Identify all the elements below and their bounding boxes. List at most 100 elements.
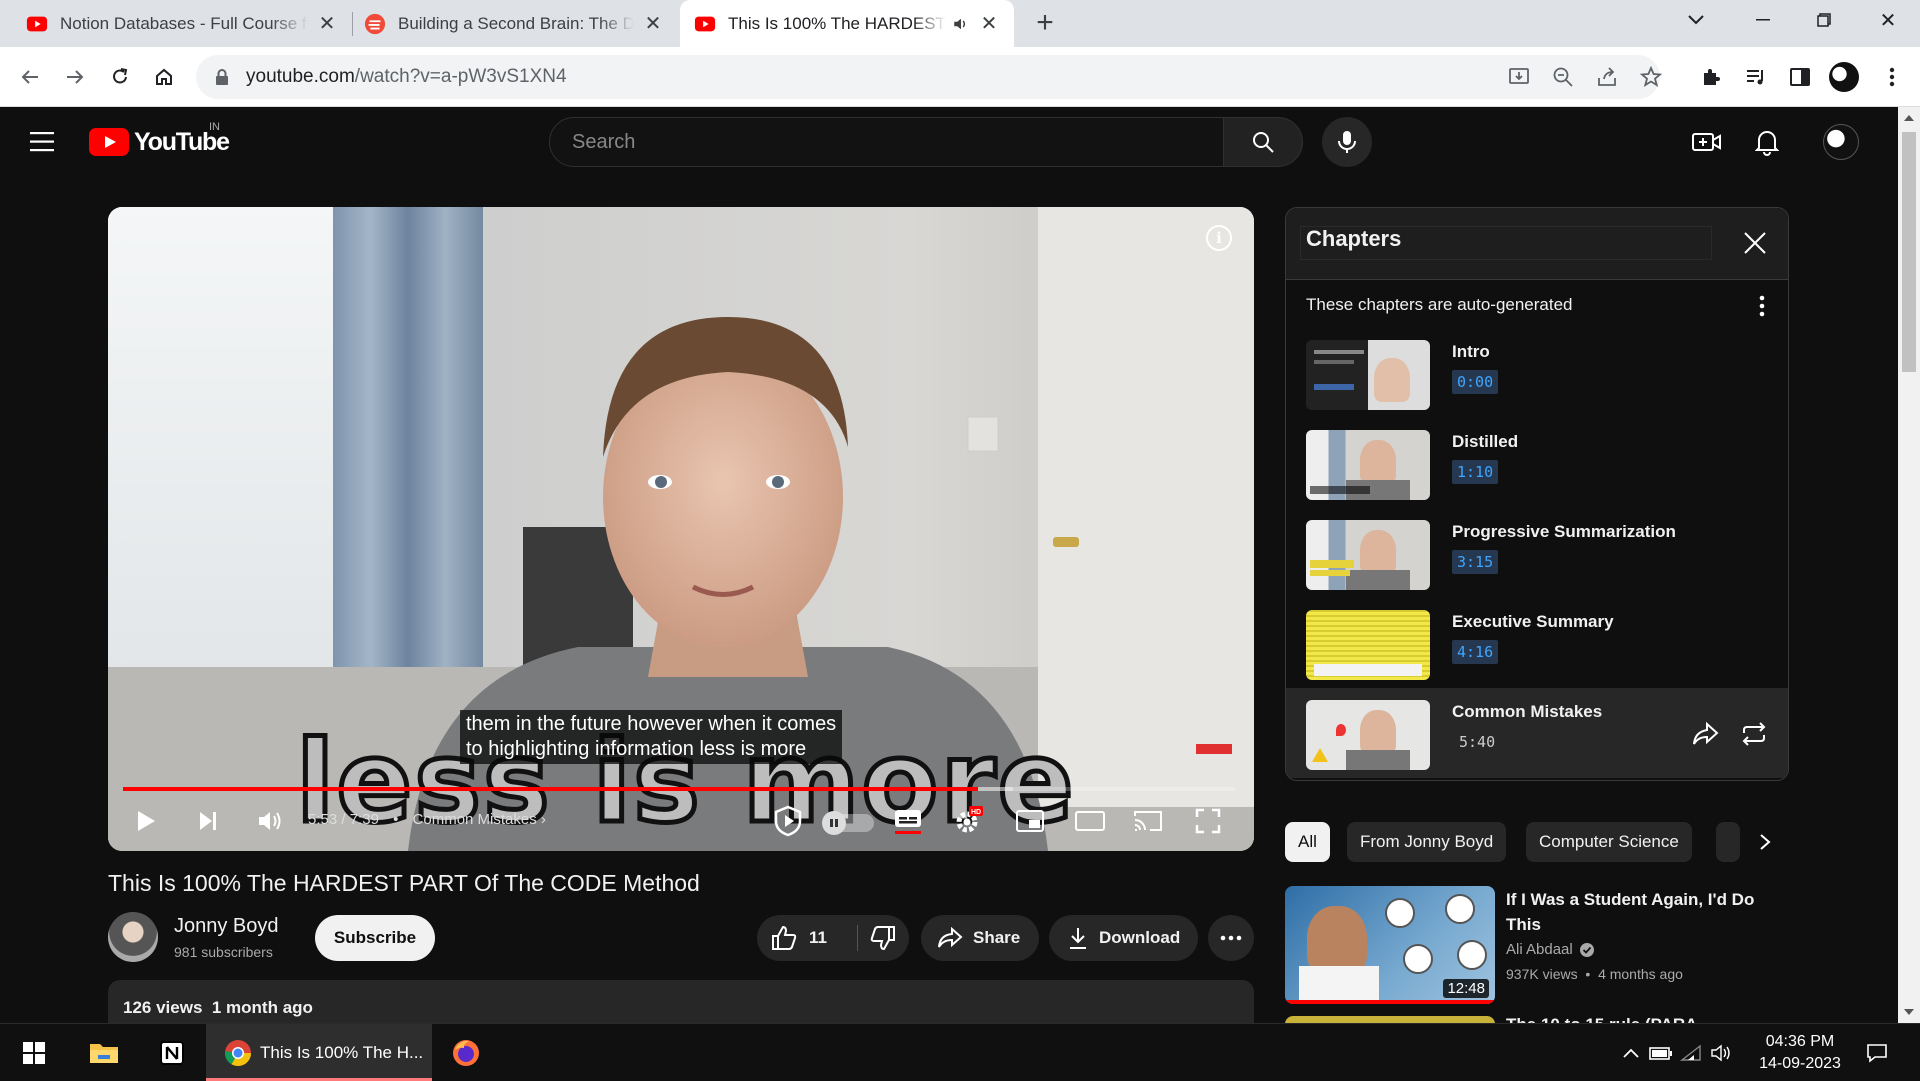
- share-button[interactable]: Share: [921, 915, 1039, 961]
- chapter-timestamp[interactable]: 0:00: [1452, 370, 1499, 394]
- suggested-video-channel[interactable]: Ali Abdaal: [1506, 941, 1595, 958]
- autoplay-toggle[interactable]: [822, 811, 874, 835]
- suggested-video-title[interactable]: If I Was a Student Again, I'd Do This: [1506, 887, 1766, 937]
- notification-center-button[interactable]: [1862, 1024, 1892, 1081]
- scrollbar-thumb[interactable]: [1902, 132, 1916, 372]
- close-tab-icon[interactable]: ✕: [978, 13, 1000, 35]
- start-button[interactable]: [14, 1024, 54, 1081]
- search-input[interactable]: Search: [549, 117, 1224, 167]
- account-avatar[interactable]: [1823, 124, 1859, 160]
- next-button[interactable]: [190, 803, 226, 839]
- chapter-timestamp[interactable]: 5:40: [1452, 730, 1500, 754]
- browser-tab-3-active[interactable]: This Is 100% The HARDEST PART Of The COD…: [680, 0, 1014, 47]
- side-panel-icon[interactable]: [1784, 61, 1816, 93]
- microphone-icon: [1338, 131, 1356, 153]
- channel-avatar[interactable]: [108, 912, 158, 962]
- channel-name[interactable]: Jonny Boyd: [174, 915, 279, 938]
- hamburger-menu-icon[interactable]: [30, 131, 58, 153]
- chapter-item-active[interactable]: Common Mistakes 5:40: [1286, 688, 1788, 778]
- chapters-more-icon[interactable]: [1752, 294, 1772, 318]
- chevron-right-icon: [1760, 834, 1771, 850]
- download-button[interactable]: Download: [1049, 915, 1198, 961]
- scroll-up-arrow-icon[interactable]: [1898, 111, 1920, 125]
- mute-button[interactable]: [252, 803, 288, 839]
- miniplayer-shield-button[interactable]: [768, 803, 808, 839]
- fullscreen-button[interactable]: [1190, 803, 1226, 839]
- browser-tab-1[interactable]: Notion Databases - Full Course for Begin…: [0, 0, 352, 47]
- install-app-icon[interactable]: [1508, 66, 1530, 88]
- progress-bar[interactable]: [123, 787, 1235, 791]
- miniplayer-button[interactable]: [1012, 803, 1048, 839]
- share-arrow-icon[interactable]: [1691, 721, 1719, 747]
- notion-icon: [160, 1040, 184, 1065]
- minimize-window-icon[interactable]: [1735, 0, 1791, 40]
- back-arrow-icon[interactable]: [14, 61, 46, 93]
- search-button[interactable]: [1223, 117, 1303, 167]
- profile-avatar-icon[interactable]: [1828, 61, 1860, 93]
- loop-repeat-icon[interactable]: [1740, 721, 1768, 747]
- more-actions-button[interactable]: [1208, 915, 1254, 961]
- system-clock[interactable]: 04:36 PM 14-09-2023: [1740, 1031, 1860, 1075]
- filter-chip-partial[interactable]: [1716, 822, 1740, 862]
- browser-menu-kebab-icon[interactable]: [1876, 61, 1908, 93]
- audio-playing-icon[interactable]: [952, 15, 970, 33]
- chapter-item[interactable]: Progressive Summarization 3:15: [1286, 508, 1788, 598]
- voice-search-button[interactable]: [1322, 117, 1372, 167]
- chips-next-button[interactable]: [1745, 822, 1785, 862]
- reload-icon[interactable]: [104, 61, 136, 93]
- share-page-icon[interactable]: [1596, 66, 1618, 88]
- new-tab-button[interactable]: +: [1030, 6, 1060, 39]
- video-player[interactable]: i less is more them in the future howeve…: [108, 207, 1254, 851]
- media-controls-icon[interactable]: [1740, 61, 1772, 93]
- volume-tray-icon[interactable]: [1706, 1024, 1736, 1081]
- chapter-timestamp[interactable]: 4:16: [1452, 640, 1499, 664]
- bookmark-star-icon[interactable]: [1640, 66, 1662, 88]
- info-card-icon[interactable]: i: [1206, 225, 1232, 251]
- cast-button[interactable]: [1130, 803, 1166, 839]
- extensions-puzzle-icon[interactable]: [1695, 61, 1727, 93]
- battery-tray-icon[interactable]: [1646, 1024, 1676, 1081]
- chapter-item[interactable]: Executive Summary 4:16: [1286, 598, 1788, 688]
- tab-search-dropdown-icon[interactable]: [1668, 0, 1724, 40]
- file-explorer-button[interactable]: [82, 1024, 126, 1081]
- forward-arrow-icon[interactable]: [59, 61, 91, 93]
- dislike-button[interactable]: [858, 925, 908, 951]
- subtitles-button[interactable]: [890, 803, 926, 839]
- filter-chip-all[interactable]: All: [1285, 822, 1330, 862]
- settings-button[interactable]: HD: [950, 803, 986, 839]
- filter-chip-computer-science[interactable]: Computer Science: [1526, 822, 1692, 862]
- page-scrollbar[interactable]: [1898, 107, 1920, 1023]
- url-text: youtube.com/watch?v=a-pW3vS1XN4: [246, 66, 567, 88]
- subscribe-button[interactable]: Subscribe: [315, 915, 435, 961]
- show-hidden-icons-button[interactable]: [1616, 1024, 1646, 1081]
- current-chapter-button[interactable]: Common Mistakes: [413, 811, 537, 828]
- youtube-logo[interactable]: YouTube IN: [89, 121, 230, 157]
- close-tab-icon[interactable]: ✕: [316, 13, 338, 35]
- notifications-button[interactable]: [1752, 127, 1782, 157]
- close-icon[interactable]: [1742, 230, 1768, 256]
- chapter-timestamp[interactable]: 1:10: [1452, 460, 1499, 484]
- home-icon[interactable]: [148, 61, 180, 93]
- zoom-icon[interactable]: [1552, 66, 1574, 88]
- like-button[interactable]: 11: [757, 925, 857, 951]
- chapter-item[interactable]: Intro 0:00: [1286, 328, 1788, 418]
- create-video-button[interactable]: [1692, 127, 1722, 157]
- scroll-down-arrow-icon[interactable]: [1898, 1005, 1920, 1019]
- taskbar-chrome-window[interactable]: This Is 100% The H...: [206, 1024, 432, 1081]
- chapter-item[interactable]: Distilled 1:10: [1286, 418, 1788, 508]
- address-bar[interactable]: youtube.com/watch?v=a-pW3vS1XN4: [196, 55, 1662, 99]
- theater-mode-button[interactable]: [1072, 803, 1108, 839]
- lock-icon[interactable]: [212, 67, 232, 87]
- play-button[interactable]: [128, 803, 164, 839]
- chapter-timestamp[interactable]: 3:15: [1452, 550, 1499, 574]
- filter-chip-from-channel[interactable]: From Jonny Boyd: [1347, 822, 1507, 862]
- notion-app-button[interactable]: [150, 1024, 194, 1081]
- network-tray-icon[interactable]: [1676, 1024, 1706, 1081]
- close-tab-icon[interactable]: ✕: [642, 13, 664, 35]
- restore-window-icon[interactable]: [1796, 0, 1852, 40]
- firefox-button[interactable]: [444, 1024, 488, 1081]
- browser-tab-2[interactable]: Building a Second Brain: The Definitive …: [352, 0, 678, 47]
- subscribe-watermark[interactable]: [1196, 744, 1232, 754]
- close-window-icon[interactable]: ✕: [1860, 0, 1916, 40]
- suggested-video-thumbnail[interactable]: 12:48: [1285, 886, 1495, 1004]
